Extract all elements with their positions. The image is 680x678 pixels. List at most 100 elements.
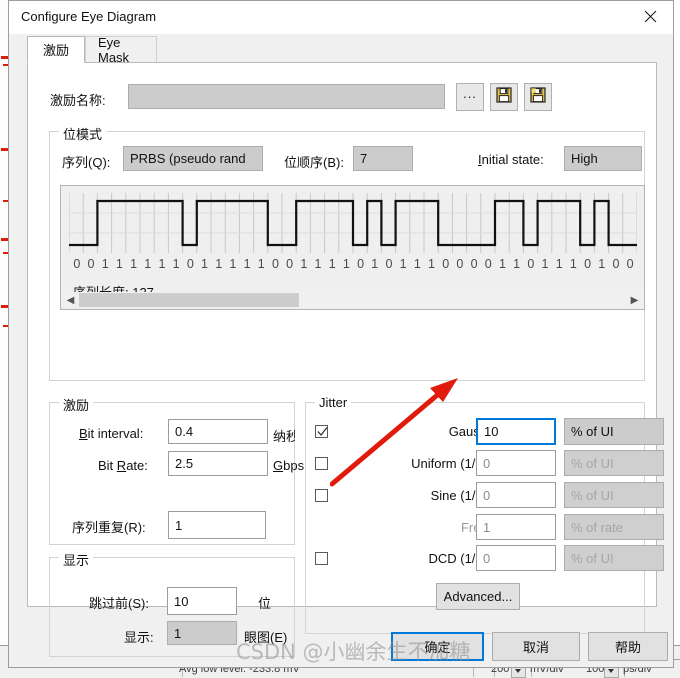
jitter-sine-unit-combo[interactable]: % of UI: [564, 482, 664, 508]
bit-digit: 0: [484, 257, 493, 271]
dialog-title: Configure Eye Diagram: [21, 9, 157, 24]
tab-strip: 激励 Eye Mask: [27, 35, 657, 65]
cancel-button[interactable]: 取消: [492, 632, 580, 661]
bit-interval-input[interactable]: 0.4: [168, 419, 268, 444]
jitter-gaussian-unit-combo[interactable]: % of UI: [564, 418, 664, 445]
bit-digit: 1: [101, 257, 110, 271]
tab-stimulus[interactable]: 激励: [27, 36, 85, 63]
jitter-uniform-checkbox[interactable]: [315, 457, 328, 470]
bit-digit: 0: [584, 257, 592, 271]
bit-digit: 1: [598, 257, 606, 271]
configure-eye-diagram-dialog: Configure Eye Diagram 激励 Eye Mask 激励名称: …: [8, 0, 674, 668]
bit-digit: 0: [626, 257, 635, 271]
show-combo[interactable]: 1: [167, 621, 237, 645]
bit-pattern-preview: 0011111101111100111101011100001101110100…: [60, 185, 645, 310]
bit-digit: 0: [271, 257, 280, 271]
bit-digit: 1: [172, 257, 181, 271]
bit-interval-unit: 纳秒: [273, 429, 295, 444]
sequence-combo[interactable]: PRBS (pseudo rand: [123, 146, 263, 171]
bit-digit: 1: [300, 257, 308, 271]
bit-digit: 0: [73, 257, 81, 271]
bit-pattern-waveform: [69, 193, 637, 253]
bit-digit: 1: [513, 257, 521, 271]
bit-digit: 1: [342, 257, 351, 271]
bit-digit: 0: [612, 257, 620, 271]
jitter-uniform-unit-combo[interactable]: % of UI: [564, 450, 664, 476]
advanced-button[interactable]: Advanced...: [436, 583, 520, 610]
bit-digit: 0: [286, 257, 294, 271]
bit-digit: 1: [569, 257, 578, 271]
jitter-dcd-unit-combo[interactable]: % of UI: [564, 545, 664, 571]
save-as-button[interactable]: [524, 83, 552, 111]
skip-first-unit: 位: [258, 596, 272, 611]
bit-digit: 0: [385, 257, 393, 271]
jitter-sine-input[interactable]: 0: [476, 482, 556, 508]
sequence-repeat-input[interactable]: 1: [168, 511, 266, 539]
bit-digit: 0: [357, 257, 365, 271]
preview-horizontal-scrollbar[interactable]: ◀ ▶: [62, 292, 643, 308]
display-group-title: 显示: [59, 550, 94, 569]
sequence-repeat-label: 序列重复(R):: [72, 520, 146, 535]
ok-button[interactable]: 确定: [391, 632, 484, 661]
bit-order-combo[interactable]: 7: [353, 146, 413, 171]
jitter-gaussian-input[interactable]: 10: [476, 418, 556, 445]
sequence-label: 序列(Q):: [62, 155, 111, 170]
jitter-frequency-unit-combo[interactable]: % of rate: [564, 514, 664, 540]
bit-interval-label: Bit interval:: [79, 426, 144, 441]
tab-page-stimulus: 激励名称: ... 位模式 序列(Q): PRBS (pseudo rand 位…: [27, 62, 664, 657]
bit-digit: 0: [186, 257, 195, 271]
jitter-frequency-input[interactable]: 1: [476, 514, 556, 540]
skip-first-input[interactable]: 10: [167, 587, 237, 615]
bit-digit: 1: [541, 257, 549, 271]
scrollbar-thumb[interactable]: [79, 293, 299, 307]
browse-button[interactable]: ...: [456, 83, 484, 111]
jitter-uniform-input[interactable]: 0: [476, 450, 556, 476]
bit-order-label: 位顺序(B):: [284, 155, 344, 170]
bit-digit: 1: [115, 257, 124, 271]
bit-digit: 0: [456, 257, 464, 271]
bit-digit: 1: [243, 257, 252, 271]
bit-digit: 1: [158, 257, 166, 271]
show-unit: 眼图(E): [244, 630, 288, 645]
chevron-right-icon[interactable]: ▶: [626, 292, 643, 308]
bit-digit: 1: [555, 257, 564, 271]
bit-digit: 1: [498, 257, 507, 271]
jitter-gaussian-checkbox[interactable]: [315, 425, 328, 438]
bit-digit: 1: [257, 257, 266, 271]
bit-digit: 1: [229, 257, 237, 271]
help-button[interactable]: 帮助: [588, 632, 668, 661]
bit-rate-unit: Gbps: [273, 458, 305, 473]
bit-pattern-group-title: 位模式: [59, 124, 107, 143]
jitter-dcd-input[interactable]: 0: [476, 545, 556, 571]
bit-digit: 1: [428, 257, 436, 271]
bit-digit: 1: [314, 257, 322, 271]
bit-sequence-text: 0011111101111100111101011100001101110100: [70, 257, 640, 271]
bit-digit: 1: [215, 257, 223, 271]
dialog-title-bar: Configure Eye Diagram: [9, 1, 673, 35]
bit-digit: 1: [371, 257, 379, 271]
chevron-left-icon[interactable]: ◀: [62, 292, 79, 308]
stimulus-name-combo[interactable]: [128, 84, 445, 109]
save-button[interactable]: [490, 83, 518, 111]
close-icon[interactable]: [628, 1, 673, 32]
bit-digit: 1: [399, 257, 408, 271]
jitter-group-title: Jitter: [315, 395, 352, 410]
bit-digit: 1: [413, 257, 422, 271]
jitter-dcd-checkbox[interactable]: [315, 552, 328, 565]
initial-state-label: Initial state:: [478, 152, 544, 167]
bit-digit: 0: [470, 257, 479, 271]
floppy-disk-save-as-icon: [530, 86, 546, 108]
initial-state-combo[interactable]: High: [564, 146, 642, 171]
bit-digit: 1: [144, 257, 152, 271]
bit-digit: 0: [442, 257, 450, 271]
bit-digit: 1: [130, 257, 138, 271]
jitter-sine-checkbox[interactable]: [315, 489, 328, 502]
tab-eye-mask[interactable]: Eye Mask: [85, 35, 157, 65]
skip-first-label: 跳过前(S):: [89, 596, 149, 611]
stimulus-name-label: 激励名称:: [50, 93, 106, 108]
bit-rate-input[interactable]: 2.5: [168, 451, 268, 476]
bit-digit: 1: [328, 257, 337, 271]
bit-rate-label: Bit Rate:: [98, 458, 148, 473]
bit-digit: 1: [201, 257, 209, 271]
show-label: 显示:: [124, 630, 154, 645]
